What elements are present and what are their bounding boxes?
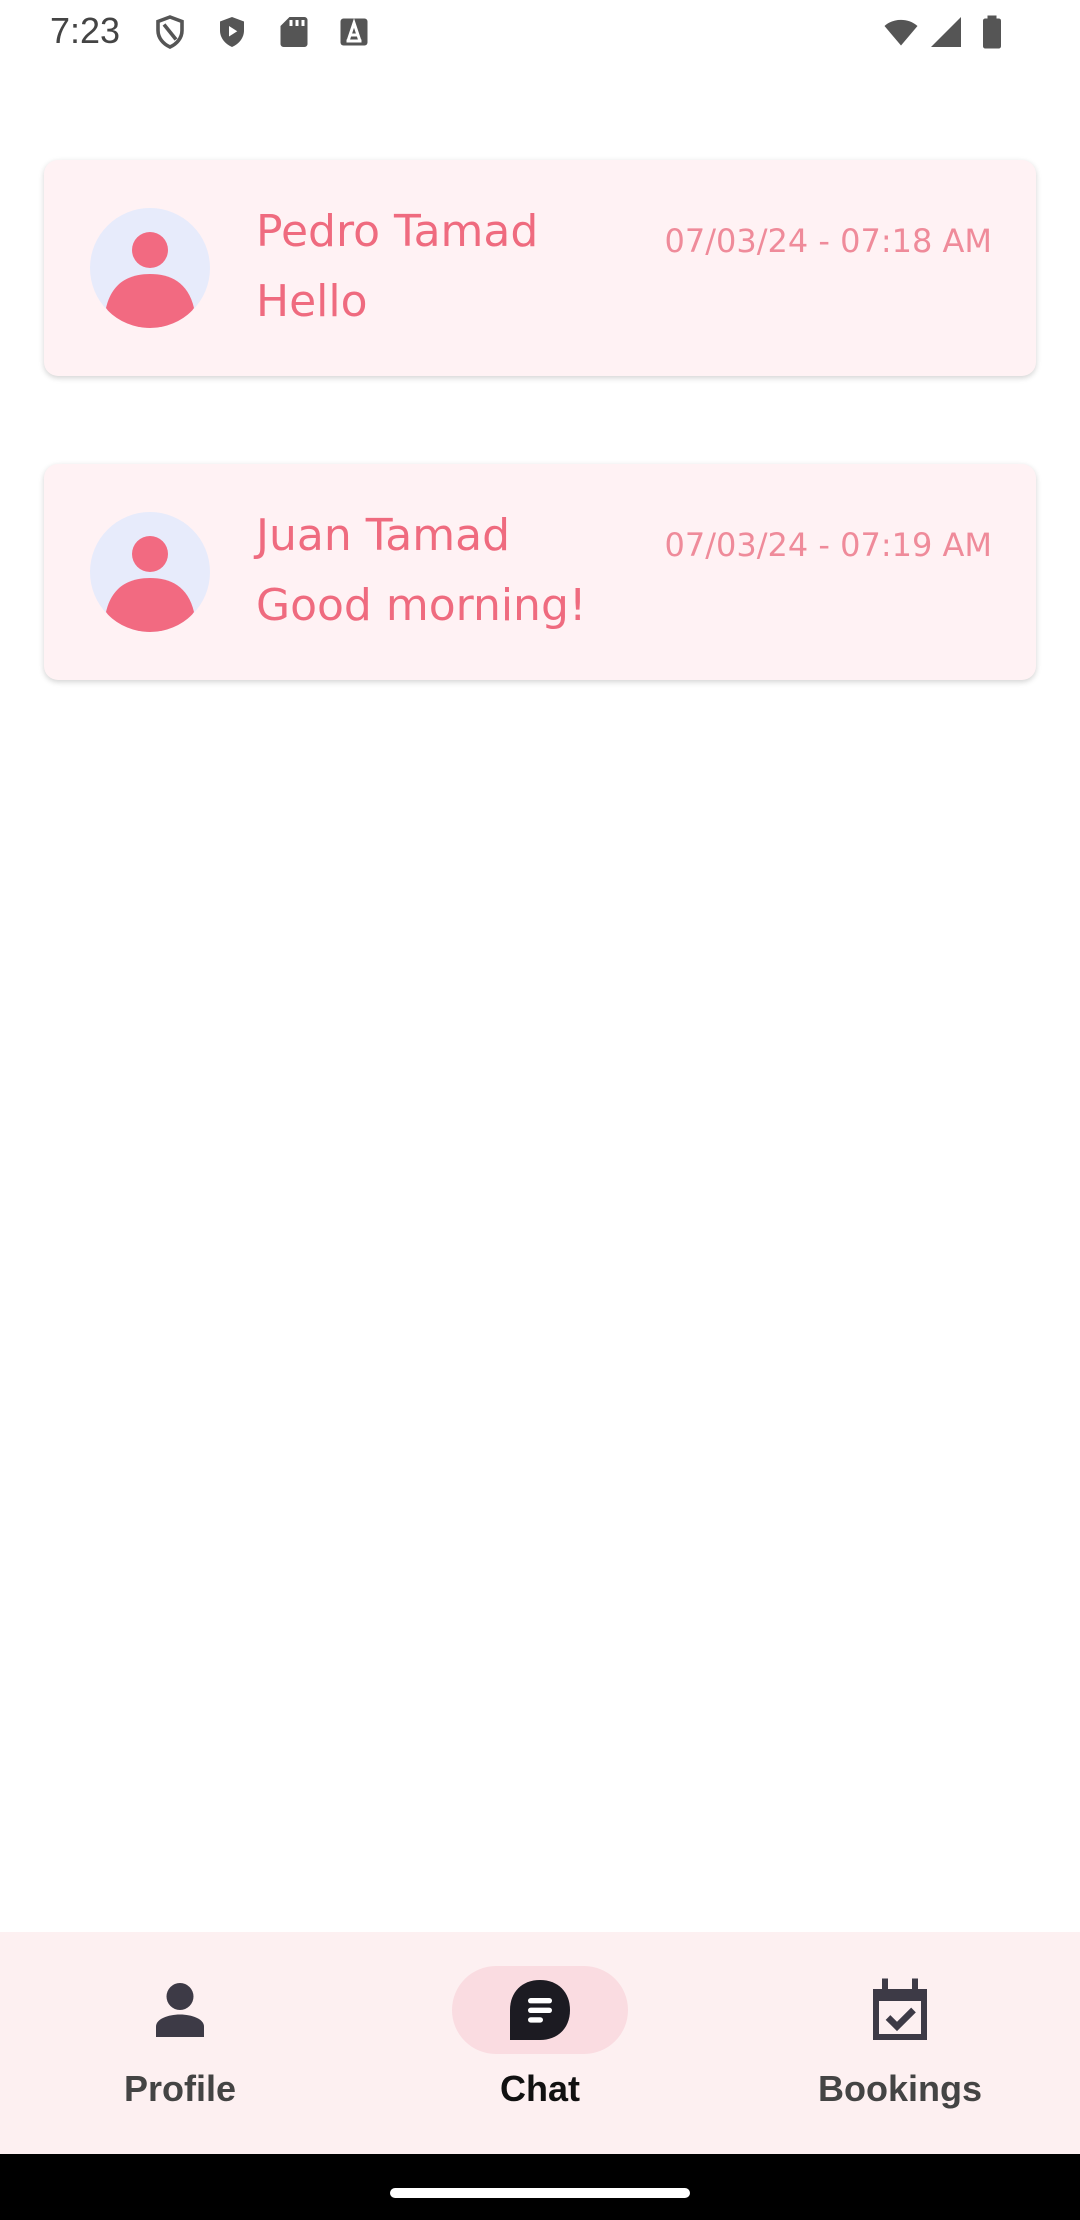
signal-icon [928, 14, 964, 50]
person-icon [156, 1983, 204, 2037]
shield-play-icon [214, 14, 250, 50]
nav-item-chat[interactable]: Chat [360, 1932, 720, 2154]
nav-label-profile: Profile [123, 2068, 237, 2109]
nav-item-bookings[interactable]: Bookings [720, 1932, 1080, 2154]
nav-item-profile[interactable]: Profile [0, 1932, 360, 2154]
person-avatar-icon [90, 512, 210, 632]
status-bar: 7:23 [0, 0, 1080, 66]
nav-icon-container [812, 1966, 988, 2054]
font-a-icon [336, 14, 372, 50]
calendar-check-icon [873, 1978, 927, 2040]
chat-bubble-icon [510, 1980, 570, 2040]
bottom-navigation: Profile Chat Bookings [0, 1932, 1080, 2154]
chat-timestamp: 07/03/24 - 07:19 AM [664, 526, 993, 564]
person-avatar-icon [90, 208, 210, 328]
chat-list-item[interactable]: Juan Tamad Good morning! 07/03/24 - 07:1… [44, 464, 1036, 680]
wifi-icon [880, 14, 922, 50]
nav-active-indicator [452, 1966, 628, 2054]
home-gesture-handle[interactable] [390, 2188, 690, 2198]
battery-icon [978, 14, 1006, 50]
chat-name: Juan Tamad [256, 510, 511, 561]
nav-icon-container [92, 1966, 268, 2054]
sd-card-icon [276, 14, 312, 50]
nav-label-chat: Chat [500, 2068, 580, 2109]
chat-timestamp: 07/03/24 - 07:18 AM [664, 222, 993, 260]
status-time: 7:23 [50, 10, 121, 51]
chat-message: Good morning! [256, 580, 587, 631]
nav-label-bookings: Bookings [817, 2068, 982, 2109]
chat-message: Hello [256, 276, 368, 327]
shield-outline-icon [152, 14, 188, 50]
gesture-navigation-bar [0, 2154, 1080, 2220]
chat-name: Pedro Tamad [256, 206, 539, 257]
chat-list-item[interactable]: Pedro Tamad Hello 07/03/24 - 07:18 AM [44, 160, 1036, 376]
